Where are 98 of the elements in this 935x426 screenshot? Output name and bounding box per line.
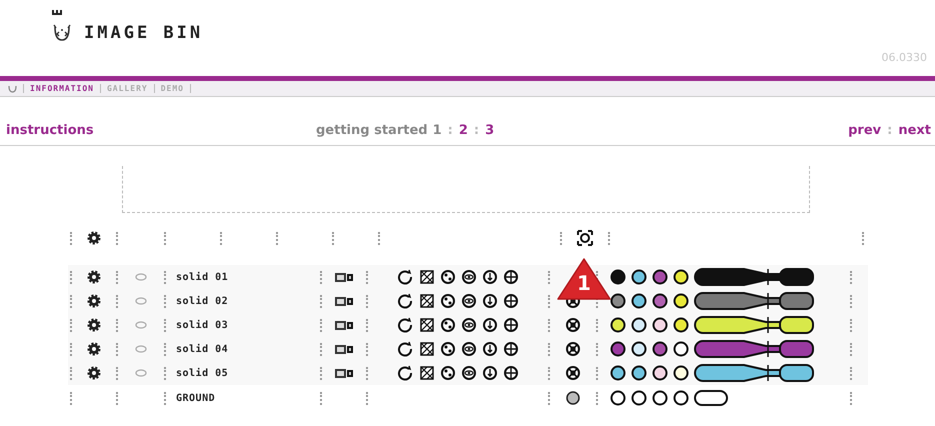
color-swatch[interactable] [610, 294, 626, 308]
page-link[interactable]: 1 [432, 122, 442, 138]
marker-drawing[interactable] [694, 316, 814, 334]
color-swatch[interactable] [610, 318, 626, 332]
crosshair-icon[interactable] [502, 269, 518, 285]
down-arrow-circle-icon[interactable] [482, 293, 498, 309]
crosshair-icon[interactable] [502, 293, 518, 309]
site-title: IMAGE BIN [84, 23, 204, 43]
color-swatch[interactable] [632, 366, 646, 380]
circle-arrow-icon[interactable] [398, 365, 414, 381]
globe-icon[interactable] [440, 365, 456, 381]
crosshair-icon[interactable] [502, 341, 518, 357]
globe-icon[interactable] [440, 293, 456, 309]
logo-icon [52, 24, 72, 42]
color-swatch[interactable] [652, 342, 668, 356]
layer-name[interactable]: solid 03 [176, 320, 228, 330]
color-swatch[interactable] [652, 294, 668, 308]
layer-name[interactable]: GROUND [176, 392, 216, 404]
eye-icon[interactable] [460, 341, 476, 357]
marker-drawing[interactable] [694, 292, 814, 310]
colon-separator: : [887, 122, 892, 138]
hatched-square-icon[interactable] [418, 269, 434, 285]
layer-name[interactable]: solid 04 [176, 344, 228, 354]
eye-icon[interactable] [460, 293, 476, 309]
color-swatch[interactable] [652, 270, 668, 284]
gear-icon[interactable] [87, 342, 101, 356]
layer-name[interactable]: solid 05 [176, 368, 228, 378]
gear-icon[interactable] [87, 231, 101, 245]
color-swatch[interactable] [652, 318, 668, 332]
color-swatch[interactable] [632, 294, 646, 308]
gear-icon[interactable] [87, 294, 101, 308]
color-swatch[interactable] [674, 390, 688, 406]
color-swatch[interactable] [674, 294, 688, 308]
color-swatch[interactable] [610, 366, 626, 380]
hatched-square-icon[interactable] [418, 317, 434, 333]
gear-icon[interactable] [87, 366, 101, 380]
down-arrow-circle-icon[interactable] [482, 269, 498, 285]
colon-separator: : [448, 122, 453, 138]
page-link[interactable]: 3 [485, 122, 494, 138]
down-arrow-circle-icon[interactable] [482, 341, 498, 357]
section-heading: instructions [6, 122, 95, 138]
color-swatch[interactable] [674, 270, 688, 284]
step-callout-tooltip: 1 [556, 257, 612, 301]
color-swatch[interactable] [632, 342, 646, 356]
crosshair-icon[interactable] [502, 365, 518, 381]
color-swatch[interactable] [674, 342, 688, 356]
color-swatch[interactable] [632, 270, 646, 284]
color-swatch[interactable] [632, 318, 646, 332]
color-swatch[interactable] [632, 390, 646, 406]
hatched-square-icon[interactable] [418, 365, 434, 381]
circle-arrow-icon[interactable] [398, 293, 414, 309]
card-icon[interactable] [334, 272, 354, 282]
target-icon[interactable] [565, 365, 581, 381]
card-icon[interactable] [334, 368, 354, 378]
page-link[interactable]: 2 [458, 122, 468, 138]
nav-tab[interactable]: INFORMATION [30, 84, 94, 93]
circle-arrow-icon[interactable] [398, 341, 414, 357]
globe-icon[interactable] [440, 341, 456, 357]
color-swatch[interactable] [674, 318, 688, 332]
colon-separator: : [474, 122, 480, 138]
color-swatch[interactable] [652, 366, 668, 380]
gear-icon[interactable] [87, 270, 101, 284]
eye-icon[interactable] [460, 317, 476, 333]
marker-drawing[interactable] [694, 268, 814, 286]
eye-icon[interactable] [460, 365, 476, 381]
frame-corners-icon[interactable] [577, 230, 593, 246]
marker-drawing[interactable] [694, 364, 814, 382]
layer-name[interactable]: solid 02 [176, 296, 228, 306]
color-swatch[interactable] [610, 390, 626, 406]
logo-icon[interactable] [8, 84, 17, 92]
eye-icon[interactable] [460, 269, 476, 285]
marker-drawing[interactable] [694, 340, 814, 358]
color-swatch[interactable] [610, 270, 626, 284]
prev-link[interactable]: prev [848, 122, 882, 138]
card-icon[interactable] [334, 296, 354, 306]
next-link[interactable]: next [898, 122, 931, 138]
hatched-square-icon[interactable] [418, 341, 434, 357]
card-icon[interactable] [334, 344, 354, 354]
circle-arrow-icon[interactable] [398, 317, 414, 333]
steps-label: getting started [316, 122, 428, 138]
card-icon[interactable] [334, 320, 354, 330]
disc-icon[interactable] [566, 391, 580, 405]
hatched-square-icon[interactable] [418, 293, 434, 309]
target-icon[interactable] [565, 317, 581, 333]
empty-pill[interactable] [694, 390, 728, 406]
layer-name[interactable]: solid 01 [176, 272, 228, 282]
globe-icon[interactable] [440, 317, 456, 333]
color-swatch[interactable] [674, 366, 688, 380]
target-icon[interactable] [565, 341, 581, 357]
crosshair-icon[interactable] [502, 317, 518, 333]
crown-icon [52, 10, 62, 15]
circle-arrow-icon[interactable] [398, 269, 414, 285]
gear-icon[interactable] [87, 318, 101, 332]
color-swatch[interactable] [610, 342, 626, 356]
down-arrow-circle-icon[interactable] [482, 365, 498, 381]
down-arrow-circle-icon[interactable] [482, 317, 498, 333]
color-swatch[interactable] [652, 390, 668, 406]
globe-icon[interactable] [440, 269, 456, 285]
